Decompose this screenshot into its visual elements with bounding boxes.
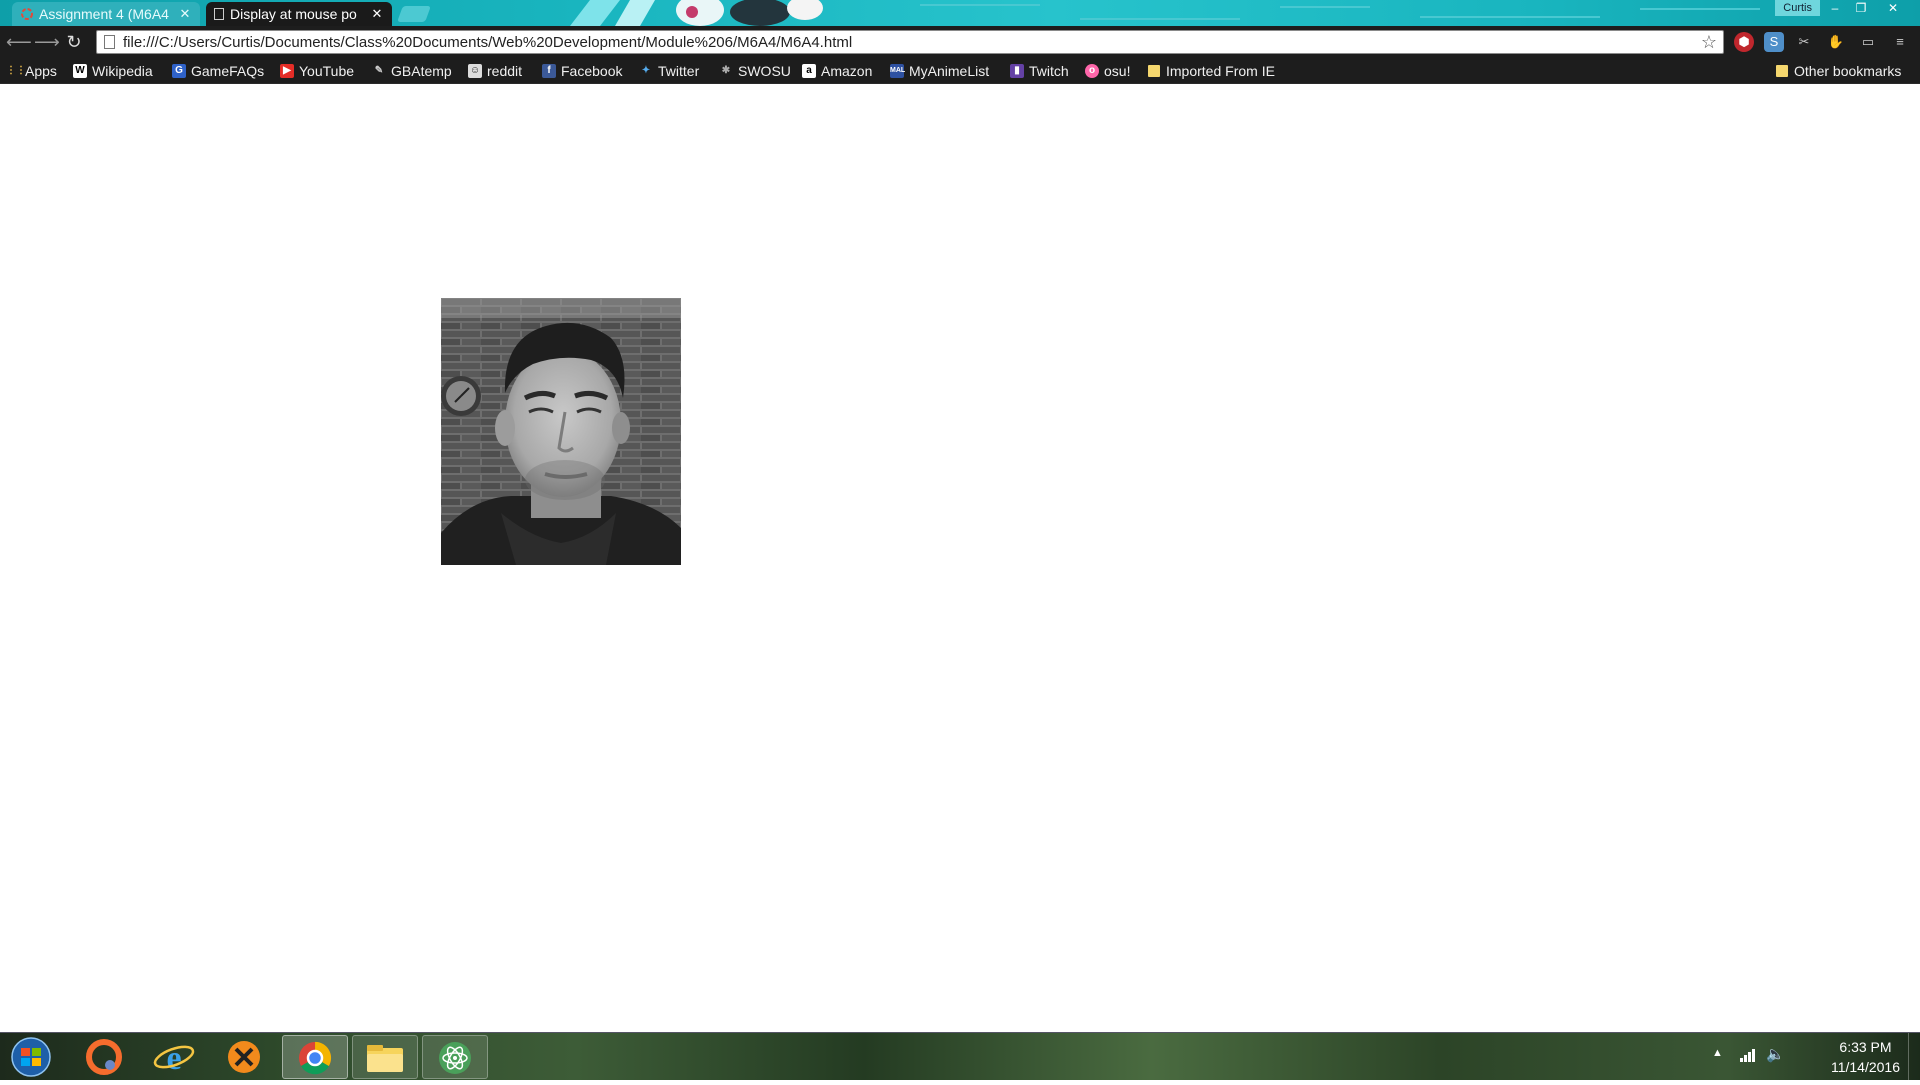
page-icon — [214, 8, 224, 20]
gbatemp-icon: ✎ — [374, 65, 384, 76]
youtube-icon: ▶ — [280, 64, 294, 78]
bookmark-label: MyAnimeList — [909, 63, 990, 79]
amazon-icon: a — [802, 64, 816, 78]
ublock-extension-icon[interactable]: ⬢ — [1734, 32, 1754, 52]
close-tab-icon[interactable]: ✕ — [178, 6, 192, 22]
bookmark-twitch[interactable]: ▮ Twitch — [1010, 61, 1069, 81]
bookmark-label: SWOSU — [738, 63, 791, 79]
new-tab-button[interactable] — [397, 6, 431, 22]
portrait-photo — [441, 298, 681, 565]
address-bar[interactable]: ☆ — [96, 30, 1724, 54]
minimize-icon[interactable]: – — [1822, 0, 1848, 16]
bookmark-label: Other bookmarks — [1794, 63, 1902, 79]
back-arrow-icon[interactable]: ⟵ — [6, 32, 32, 52]
star-icon[interactable]: ☆ — [1701, 32, 1717, 53]
folder-icon — [1148, 65, 1160, 77]
portrait-image — [441, 298, 681, 565]
apps-grid-icon: ⋮⋮ — [6, 65, 26, 76]
cast-extension-icon[interactable]: ▭ — [1858, 32, 1878, 52]
bookmark-wikipedia[interactable]: W Wikipedia — [73, 61, 153, 81]
theme-circuit-pattern — [920, 4, 1760, 20]
tab-display-at-mouse-position[interactable]: Display at mouse po ✕ — [206, 2, 392, 26]
bookmark-label: Imported From IE — [1166, 63, 1275, 79]
bookmarks-bar: ⋮⋮ Apps W Wikipedia G GameFAQs ▶ YouTube… — [0, 58, 1920, 84]
gamefaqs-icon: G — [172, 64, 186, 78]
bookmark-gamefaqs[interactable]: G GameFAQs — [172, 61, 264, 81]
myanimelist-icon: MAL — [890, 64, 905, 78]
windows-start-icon[interactable] — [6, 1035, 56, 1079]
profile-name-button[interactable]: Curtis — [1775, 0, 1820, 16]
browser-toolbar: ⟵ ⟶ ↻ ☆ ⬢ S ✂ ✋ ▭ ≡ — [0, 26, 1920, 58]
folder-icon — [1776, 65, 1788, 77]
bookmark-label: Apps — [25, 63, 57, 79]
bookmark-folder-imported-from-ie[interactable]: Imported From IE — [1148, 61, 1275, 81]
system-tray: ▲ 🔈 6:33 PM 11/14/2016 — [1700, 1033, 1920, 1081]
restore-icon[interactable]: ❐ — [1848, 0, 1874, 16]
reload-icon[interactable]: ↻ — [64, 32, 84, 52]
bookmark-label: Wikipedia — [92, 63, 153, 79]
bookmark-youtube[interactable]: ▶ YouTube — [280, 61, 354, 81]
bookmark-label: GBAtemp — [391, 63, 452, 79]
clock[interactable]: 6:33 PM 11/14/2016 — [1831, 1037, 1900, 1077]
bookmark-twitter[interactable]: ✦ Twitter — [639, 61, 699, 81]
clock-time: 6:33 PM — [1839, 1039, 1892, 1055]
bookmark-swosu[interactable]: ✱ SWOSU — [719, 61, 791, 81]
bookmark-osu[interactable]: o osu! — [1085, 61, 1130, 81]
bookmark-label: GameFAQs — [191, 63, 265, 79]
page-icon — [104, 35, 115, 49]
tab-assignment-4[interactable]: Assignment 4 (M6A4 ✕ — [12, 2, 200, 26]
bookmark-gbatemp[interactable]: ✎ GBAtemp — [372, 61, 452, 81]
wikipedia-icon: W — [73, 64, 87, 78]
clock-date: 11/14/2016 — [1830, 1059, 1900, 1075]
internet-explorer-icon[interactable]: e — [142, 1035, 206, 1079]
bookmark-myanimelist[interactable]: MAL MyAnimeList — [890, 61, 989, 81]
url-input[interactable] — [119, 31, 1689, 53]
page-viewport — [0, 85, 1920, 1032]
hand-extension-icon[interactable]: ✋ — [1826, 32, 1846, 52]
bookmark-facebook[interactable]: f Facebook — [542, 61, 622, 81]
reddit-icon: ☺ — [468, 64, 482, 78]
menu-icon[interactable]: ≡ — [1890, 32, 1910, 52]
network-signal-icon[interactable] — [1740, 1047, 1756, 1063]
bookmark-label: Twitter — [658, 63, 700, 79]
svg-text:e: e — [166, 1040, 181, 1077]
bookmark-amazon[interactable]: a Amazon — [802, 61, 872, 81]
chrome-icon[interactable] — [282, 1035, 348, 1079]
bookmark-apps[interactable]: ⋮⋮ Apps — [6, 61, 57, 81]
bookmark-label: osu! — [1104, 63, 1131, 79]
twitch-icon: ▮ — [1010, 64, 1024, 78]
facebook-icon: f — [542, 64, 556, 78]
show-hidden-icons-icon[interactable]: ▲ — [1712, 1047, 1723, 1059]
close-tab-icon[interactable]: ✕ — [370, 6, 384, 22]
other-bookmarks-folder[interactable]: Other bookmarks — [1776, 61, 1901, 81]
forward-arrow-icon[interactable]: ⟶ — [34, 32, 60, 52]
osu-icon: o — [1085, 64, 1099, 78]
bookmark-label: Amazon — [821, 63, 873, 79]
tab-label: Display at mouse po — [230, 6, 357, 22]
bookmark-reddit[interactable]: ☺ reddit — [468, 61, 522, 81]
atom-icon[interactable] — [422, 1035, 488, 1079]
volume-icon[interactable]: 🔈 — [1766, 1045, 1785, 1063]
bookmark-label: reddit — [487, 63, 523, 79]
origin-icon[interactable] — [72, 1035, 136, 1079]
tab-label: Assignment 4 (M6A4 — [39, 6, 169, 22]
twitter-icon: ✦ — [641, 65, 651, 76]
show-desktop-button[interactable] — [1908, 1033, 1920, 1081]
close-window-icon[interactable]: ✕ — [1878, 0, 1908, 16]
theme-artwork — [570, 0, 823, 26]
swosu-icon: ✱ — [721, 65, 731, 76]
bookmark-label: YouTube — [299, 63, 355, 79]
bookmark-label: Facebook — [561, 63, 623, 79]
loading-spinner-icon — [21, 8, 33, 20]
windows-taskbar: e ▲ 🔈 6:33 PM 11/14/2016 — [0, 1032, 1920, 1081]
bookmark-label: Twitch — [1029, 63, 1069, 79]
scissors-extension-icon[interactable]: ✂ — [1794, 32, 1814, 52]
file-explorer-icon[interactable] — [352, 1035, 418, 1079]
xsplit-icon[interactable] — [212, 1035, 276, 1079]
browser-title-bar: Assignment 4 (M6A4 ✕ Display at mouse po… — [0, 0, 1920, 26]
skype-extension-icon[interactable]: S — [1764, 32, 1784, 52]
